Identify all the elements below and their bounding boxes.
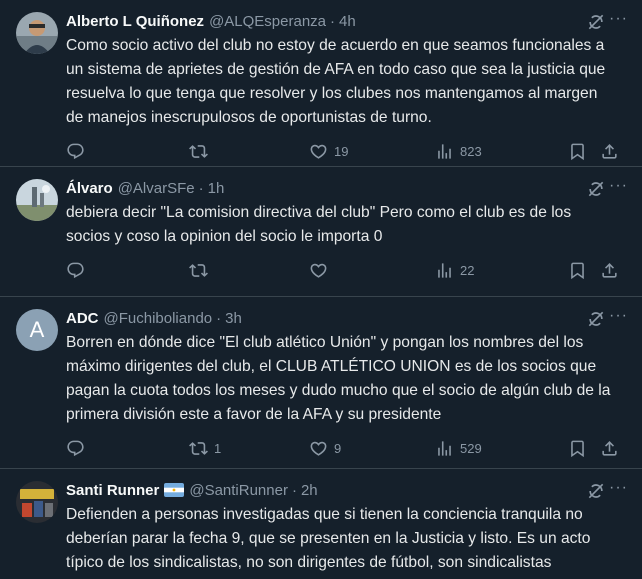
retweet-button[interactable] [189, 142, 309, 161]
more-options-icon[interactable]: ··· [609, 10, 628, 28]
tweet-text: Defienden a personas investigadas que si… [66, 506, 591, 571]
heart-icon [309, 261, 328, 280]
timestamp[interactable]: 4h [339, 13, 356, 30]
grok-icon[interactable] [586, 309, 606, 329]
tweet[interactable]: Santi Runner @SantiRunner · 2h ··· Defie… [0, 469, 642, 579]
retweet-icon [189, 261, 208, 280]
author-handle[interactable]: @Fuchiboliando [104, 310, 213, 327]
bookmark-icon [568, 439, 587, 458]
separator-dot: · [198, 179, 204, 197]
heart-icon [309, 439, 328, 458]
share-icon [600, 261, 619, 280]
views-button[interactable]: 529 [435, 439, 565, 458]
bookmark-button[interactable] [568, 439, 594, 458]
author-handle[interactable]: @AlvarSFe [118, 180, 195, 197]
retweet-button[interactable]: 1 [189, 439, 309, 458]
action-bar: 22 [66, 249, 626, 291]
like-count: 9 [334, 440, 342, 456]
author-handle[interactable]: @SantiRunner [189, 482, 288, 499]
tweet[interactable]: A ADC @Fuchiboliando · 3h ··· Borren en … [0, 297, 642, 469]
argentina-flag-icon [164, 483, 185, 497]
more-options-icon[interactable]: ··· [609, 307, 628, 325]
share-button[interactable] [600, 261, 626, 280]
separator-dot: · [216, 309, 222, 327]
bookmark-icon [568, 142, 587, 161]
timestamp[interactable]: 1h [208, 180, 225, 197]
more-options-icon[interactable]: ··· [609, 177, 628, 195]
like-button[interactable] [309, 261, 435, 280]
retweet-button[interactable] [189, 261, 309, 280]
views-count: 22 [460, 262, 475, 278]
action-bar: 19 823 [66, 130, 626, 172]
share-icon [600, 439, 619, 458]
bookmark-icon [568, 261, 587, 280]
reply-button[interactable] [66, 142, 189, 161]
avatar[interactable] [16, 12, 58, 54]
timestamp[interactable]: 2h [301, 482, 318, 499]
author-handle[interactable]: @ALQEsperanza [209, 13, 326, 30]
author-name[interactable]: Álvaro [66, 180, 113, 197]
share-icon [600, 142, 619, 161]
separator-dot: · [291, 481, 297, 499]
bookmark-button[interactable] [568, 142, 594, 161]
more-options-icon[interactable]: ··· [609, 479, 628, 497]
like-button[interactable]: 19 [309, 142, 435, 161]
tweet-text: Como socio activo del club no estoy de a… [66, 37, 606, 126]
views-button[interactable]: 22 [435, 261, 565, 280]
tweet-text: debiera decir "La comision directiva del… [66, 204, 572, 245]
reply-icon [66, 142, 85, 161]
tweet[interactable]: Álvaro @AlvarSFe · 1h ··· debiera decir … [0, 167, 642, 297]
avatar[interactable] [16, 179, 58, 221]
grok-icon[interactable] [586, 179, 606, 199]
like-count: 19 [334, 143, 349, 159]
avatar[interactable] [16, 481, 58, 523]
avatar[interactable]: A [16, 309, 58, 351]
views-count: 529 [460, 440, 482, 456]
retweet-icon [189, 142, 208, 161]
tweet-text: Borren en dónde dice "El club atlético U… [66, 334, 611, 423]
separator-dot: · [330, 12, 336, 30]
author-name[interactable]: Alberto L Quiñonez [66, 13, 204, 30]
timestamp[interactable]: 3h [225, 310, 242, 327]
reply-button[interactable] [66, 261, 189, 280]
share-button[interactable] [600, 439, 626, 458]
views-icon [435, 142, 454, 161]
views-button[interactable]: 823 [435, 142, 565, 161]
share-button[interactable] [600, 142, 626, 161]
views-icon [435, 261, 454, 280]
author-name[interactable]: ADC [66, 310, 99, 327]
action-bar: 1 9 529 [66, 427, 626, 469]
retweet-count: 1 [214, 440, 222, 456]
heart-icon [309, 142, 328, 161]
reply-icon [66, 439, 85, 458]
views-count: 823 [460, 143, 482, 159]
grok-icon[interactable] [586, 481, 606, 501]
reply-button[interactable] [66, 439, 189, 458]
views-icon [435, 439, 454, 458]
bookmark-button[interactable] [568, 261, 594, 280]
reply-icon [66, 261, 85, 280]
like-button[interactable]: 9 [309, 439, 435, 458]
author-name[interactable]: Santi Runner [66, 482, 159, 499]
grok-icon[interactable] [586, 12, 606, 32]
tweet[interactable]: Alberto L Quiñonez @ALQEsperanza · 4h ··… [0, 0, 642, 167]
retweet-icon [189, 439, 208, 458]
